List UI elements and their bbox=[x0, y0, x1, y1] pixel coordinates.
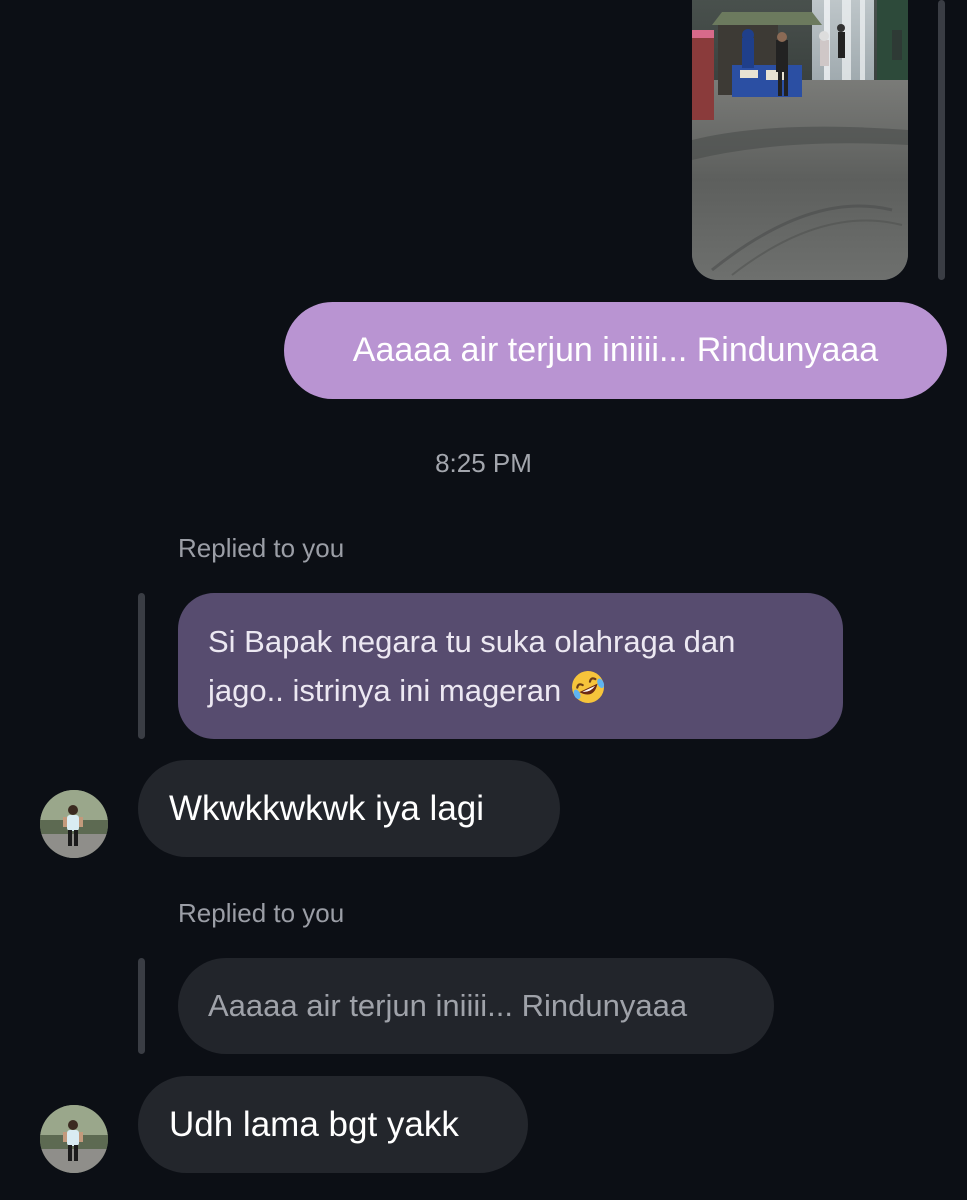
shared-photo[interactable] bbox=[692, 0, 908, 280]
avatar-runner-image bbox=[40, 1105, 108, 1173]
outgoing-message-bubble[interactable]: Aaaaa air terjun iniiii... Rindunyaaa bbox=[284, 302, 947, 399]
quoted-message-line-1: Si Bapak negara tu suka olahraga dan bbox=[208, 624, 736, 659]
replied-to-you-label: Replied to you bbox=[178, 898, 345, 928]
quoted-message-line-2: jago.. istrinya ini mageran bbox=[208, 666, 813, 719]
replied-to-you-label: Replied to you bbox=[178, 533, 345, 563]
reply-quote-bar bbox=[138, 958, 145, 1054]
chat-thread: Aaaaa air terjun iniiii... Rindunyaaa 8:… bbox=[0, 0, 967, 1200]
message-timestamp: 8:25 PM bbox=[435, 448, 532, 478]
incoming-message-bubble[interactable]: Udh lama bgt yakk bbox=[138, 1076, 528, 1173]
quoted-message-line-2-text: jago.. istrinya ini mageran bbox=[208, 673, 562, 708]
user-avatar[interactable] bbox=[40, 790, 108, 858]
rolling-on-floor-laughing-emoji-icon bbox=[570, 669, 606, 719]
waterfall-photo-image bbox=[692, 0, 908, 280]
reply-quote-bar bbox=[138, 593, 145, 739]
incoming-message-bubble[interactable]: Wkwkkwkwk iya lagi bbox=[138, 760, 560, 857]
user-avatar[interactable] bbox=[40, 1105, 108, 1173]
scrollbar[interactable] bbox=[938, 0, 945, 280]
avatar-runner-image bbox=[40, 790, 108, 858]
quoted-message-bubble[interactable]: Si Bapak negara tu suka olahraga dan jag… bbox=[178, 593, 843, 739]
quoted-message-bubble[interactable]: Aaaaa air terjun iniiii... Rindunyaaa bbox=[178, 958, 774, 1054]
